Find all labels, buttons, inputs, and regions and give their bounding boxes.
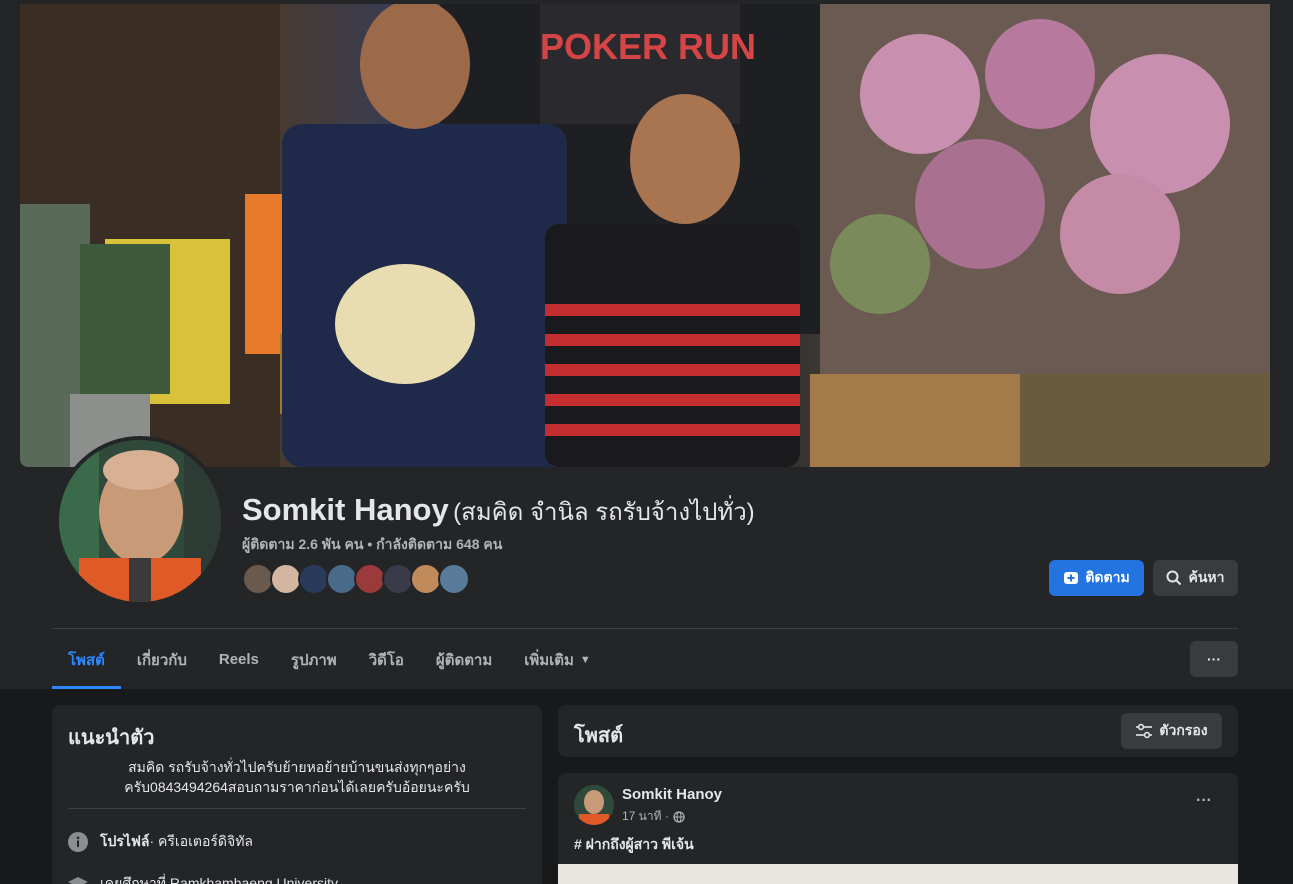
- tab-label: วิดีโอ: [368, 651, 404, 669]
- post-time[interactable]: 17 นาที ·: [622, 807, 669, 826]
- chevron-down-icon: ▼: [579, 653, 591, 666]
- intro-divider: [68, 808, 526, 809]
- tab-label: รูปภาพ: [290, 651, 337, 669]
- profile-header: POKER RUN Somkit Hanoy (สมคิด จำนิล รถรั…: [0, 0, 1293, 689]
- search-icon: [1166, 570, 1182, 586]
- globe-icon: [673, 810, 685, 823]
- intro-profile-value: · ครีเอเตอร์ดิจิทัล: [149, 833, 254, 849]
- follow-button[interactable]: ติดตาม: [1049, 560, 1144, 596]
- tab-posts[interactable]: โพสต์: [52, 630, 121, 689]
- filter-button[interactable]: ตัวกรอง: [1121, 713, 1222, 749]
- info-icon: [68, 832, 88, 852]
- cover-photo-art: POKER RUN: [20, 4, 1270, 467]
- intro-title: แนะนำตัว: [68, 727, 155, 749]
- filter-sliders-icon: [1135, 723, 1153, 739]
- intro-bio-line: สมคิด รถรับจ้างทั่วไปครับย้ายหอย้ายบ้านข…: [128, 759, 466, 775]
- followers-summary[interactable]: ผู้ติดตาม 2.6 พัน คน • กำลังติดตาม 648 ค…: [242, 534, 502, 556]
- tab-label: โพสต์: [68, 651, 105, 669]
- posts-title: โพสต์: [574, 725, 624, 747]
- post-author-name[interactable]: Somkit Hanoy: [622, 786, 722, 803]
- post-media[interactable]: [558, 864, 1238, 884]
- post-more-button[interactable]: ···: [1186, 789, 1222, 813]
- more-dots-icon: ···: [1207, 651, 1221, 667]
- profile-search-button-label: ค้นหา: [1188, 569, 1225, 585]
- profile-search-button[interactable]: ค้นหา: [1153, 560, 1238, 596]
- intro-bio: สมคิด รถรับจ้างทั่วไปครับย้ายหอย้ายบ้านข…: [68, 757, 526, 797]
- intro-profile-label: โปรไฟล์: [100, 833, 150, 849]
- cover-photo[interactable]: POKER RUN: [20, 4, 1270, 467]
- profile-more-button[interactable]: ···: [1190, 641, 1238, 677]
- profile-name-alternate: (สมคิด จำนิล รถรับจ้างไปทั่ว): [453, 499, 755, 526]
- follower-avatar[interactable]: [438, 563, 470, 595]
- intro-bio-line: ครับ0843494264สอบถามราคาก่อนได้เลยครับอ้…: [124, 779, 470, 795]
- follow-button-label: ติดตาม: [1085, 569, 1130, 585]
- profile-name-main: Somkit Hanoy: [242, 492, 449, 527]
- post-meta: 17 นาที ·: [622, 807, 685, 826]
- profile-name: Somkit Hanoy (สมคิด จำนิล รถรับจ้างไปทั่…: [242, 492, 755, 531]
- profile-avatar-art: [59, 440, 221, 602]
- filter-button-label: ตัวกรอง: [1159, 722, 1208, 738]
- post-text: # ฝากถึงผู้สาว พีเจ้น: [574, 836, 694, 852]
- tab-label: Reels: [218, 651, 259, 668]
- tab-label: เพิ่มเติม: [524, 651, 574, 669]
- add-follow-icon: [1063, 570, 1079, 586]
- tab-photos[interactable]: รูปภาพ: [275, 630, 353, 689]
- profile-avatar[interactable]: [55, 436, 225, 606]
- post-author-avatar[interactable]: [574, 785, 614, 825]
- profile-tabs: โพสต์ เกี่ยวกับ Reels รูปภาพ วิดีโอ ผู้ต…: [52, 630, 607, 689]
- tab-followers[interactable]: ผู้ติดตาม: [420, 630, 508, 689]
- posts-header-card: โพสต์ ตัวกรอง: [558, 705, 1238, 757]
- graduation-cap-icon: [68, 874, 88, 884]
- post-card: Somkit Hanoy 17 นาที · ··· # ฝากถึงผู้สา…: [558, 773, 1238, 884]
- intro-education: เคยศึกษาที่ Ramkhamhaeng University: [68, 873, 338, 884]
- more-dots-icon: ···: [1196, 792, 1212, 809]
- svg-text:POKER RUN: POKER RUN: [540, 26, 756, 67]
- intro-card: แนะนำตัว สมคิด รถรับจ้างทั่วไปครับย้ายหอ…: [52, 705, 542, 884]
- tab-videos[interactable]: วิดีโอ: [353, 630, 420, 689]
- follower-avatars[interactable]: [242, 563, 470, 597]
- tab-reels[interactable]: Reels: [203, 630, 275, 689]
- tab-about[interactable]: เกี่ยวกับ: [121, 630, 203, 689]
- tab-label: ผู้ติดตาม: [435, 651, 493, 669]
- header-divider: [52, 628, 1238, 629]
- intro-profile-type: โปรไฟล์ · ครีเอเตอร์ดิจิทัล: [68, 831, 253, 853]
- tab-more[interactable]: เพิ่มเติม ▼: [508, 630, 607, 689]
- tab-label: เกี่ยวกับ: [136, 651, 187, 669]
- intro-education-text: เคยศึกษาที่ Ramkhamhaeng University: [100, 875, 338, 884]
